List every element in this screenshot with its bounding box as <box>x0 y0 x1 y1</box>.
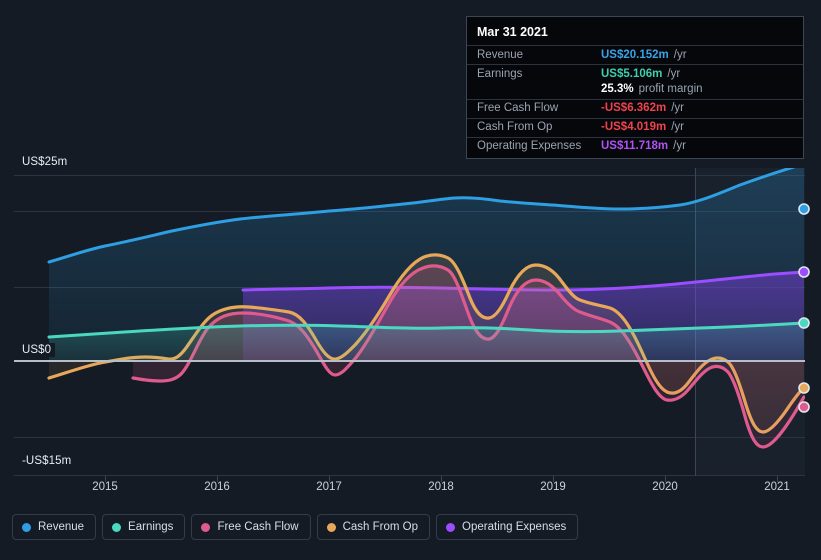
legend-item-operating-expenses[interactable]: Operating Expenses <box>436 514 579 540</box>
tooltip-unit-cash-from-op: /yr <box>671 121 684 133</box>
chart-legend: Revenue Earnings Free Cash Flow Cash Fro… <box>12 514 579 540</box>
tooltip-value-cash-from-op: -US$4.019m <box>601 121 667 133</box>
legend-item-cash-from-op[interactable]: Cash From Op <box>316 514 431 540</box>
tooltip-value-profit-margin: 25.3% <box>601 83 634 95</box>
tooltip-value-earnings: US$5.106m <box>601 67 663 80</box>
legend-dot-free-cash-flow <box>201 522 211 532</box>
tooltip-label-earnings: Earnings <box>477 67 523 80</box>
tooltip-value-free-cash-flow: -US$6.362m <box>601 102 667 114</box>
chart-tooltip: Mar 31 2021 Revenue US$20.152m /yr Earni… <box>466 16 804 159</box>
endpoint-operating-expenses <box>798 266 810 278</box>
x-axis-label-2021: 2021 <box>764 481 790 493</box>
legend-label-operating-expenses: Operating Expenses <box>462 521 567 533</box>
y-axis-label-top: US$25m <box>20 155 72 169</box>
tooltip-row-revenue: Revenue US$20.152m /yr <box>467 45 803 64</box>
tooltip-unit-free-cash-flow: /yr <box>671 102 684 114</box>
legend-label-free-cash-flow: Free Cash Flow <box>217 521 299 533</box>
legend-label-cash-from-op: Cash From Op <box>342 521 419 533</box>
legend-item-revenue[interactable]: Revenue <box>12 514 97 540</box>
x-axis-label-2015: 2015 <box>92 481 118 493</box>
x-axis-label-2016: 2016 <box>204 481 230 493</box>
tooltip-unit-revenue: /yr <box>673 48 687 61</box>
x-axis-label-2018: 2018 <box>428 481 454 493</box>
endpoint-revenue <box>798 203 810 215</box>
financial-area-chart: US$25m US$0 -US$15m 2015 2016 2017 2018 … <box>0 0 821 560</box>
legend-dot-cash-from-op <box>326 522 336 532</box>
legend-item-free-cash-flow[interactable]: Free Cash Flow <box>191 514 311 540</box>
x-axis-label-2019: 2019 <box>540 481 566 493</box>
endpoint-cash-from-op <box>798 382 810 394</box>
tooltip-date: Mar 31 2021 <box>477 25 548 39</box>
legend-dot-operating-expenses <box>446 522 456 532</box>
tooltip-value-revenue: US$20.152m <box>601 48 669 61</box>
y-axis-label-zero: US$0 <box>20 343 56 357</box>
tooltip-value-operating-expenses: US$11.718m <box>601 140 669 152</box>
tooltip-row-earnings: Earnings US$5.106m /yr <box>467 64 803 83</box>
tooltip-label-free-cash-flow: Free Cash Flow <box>477 102 559 114</box>
tooltip-row-operating-expenses: Operating Expenses US$11.718m /yr <box>467 136 803 156</box>
tooltip-label-cash-from-op: Cash From Op <box>477 121 553 133</box>
tooltip-row-profit-margin: 25.3% profit margin <box>467 83 803 99</box>
legend-item-earnings[interactable]: Earnings <box>102 514 186 540</box>
legend-label-revenue: Revenue <box>38 521 85 533</box>
tooltip-label-revenue: Revenue <box>477 48 524 61</box>
legend-label-earnings: Earnings <box>128 521 174 533</box>
tooltip-unit-operating-expenses: /yr <box>673 140 686 152</box>
tooltip-label-operating-expenses: Operating Expenses <box>477 140 582 152</box>
tooltip-row-free-cash-flow: Free Cash Flow -US$6.362m /yr <box>467 98 803 118</box>
legend-dot-revenue <box>22 522 31 532</box>
tooltip-unit-earnings: /yr <box>667 67 681 80</box>
tooltip-unit-profit-margin: profit margin <box>638 83 703 95</box>
endpoint-free-cash-flow <box>798 401 810 413</box>
legend-dot-earnings <box>112 522 122 532</box>
tooltip-row-cash-from-op: Cash From Op -US$4.019m /yr <box>467 117 803 137</box>
endpoint-earnings <box>798 317 810 329</box>
x-axis-label-2017: 2017 <box>316 481 342 493</box>
y-axis-label-bottom: -US$15m <box>20 454 76 468</box>
x-axis-label-2020: 2020 <box>652 481 678 493</box>
